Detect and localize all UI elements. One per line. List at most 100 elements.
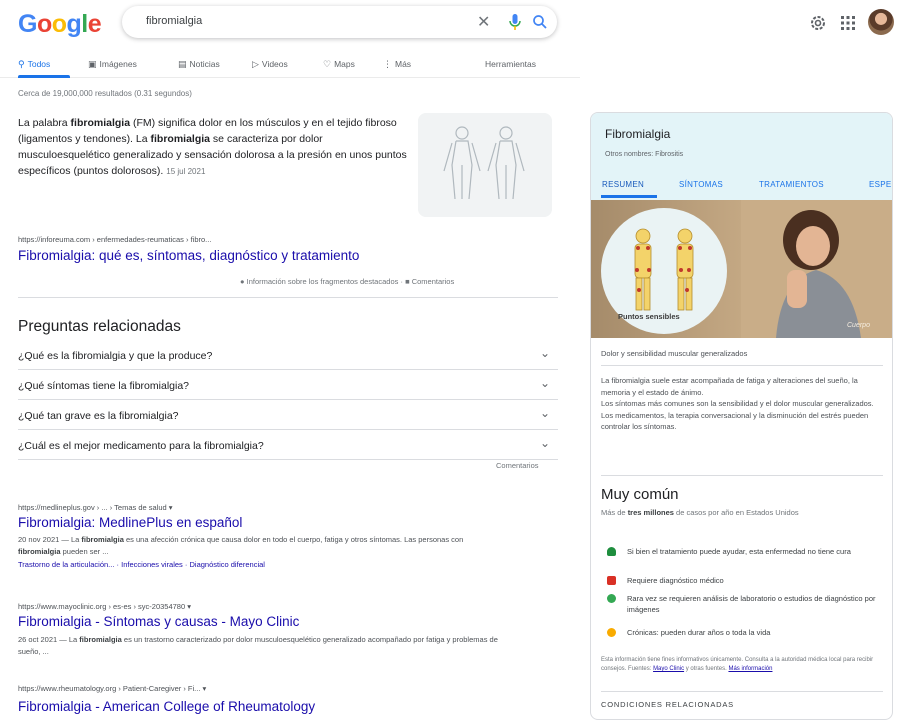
kp-subtitle: Otros nombres: Fibrositis [605,151,684,158]
result-stats: Cerca de 19,000,000 resultados (0.31 seg… [18,89,192,98]
tab-label: Noticias [189,59,220,69]
result-url[interactable]: https://www.mayoclinic.org › es-es › syc… [18,602,191,611]
video-icon: ▷ [252,59,259,69]
snippet-bold: fibromialgia [81,535,124,544]
snippet-bold: fibromialgia [18,547,61,556]
kp-prevalence-title: Muy común [601,486,679,503]
fact-text: Si bien el tratamiento puede ayudar, est… [627,547,851,556]
person-icon [607,547,616,556]
search-input[interactable]: fibromialgia [146,15,202,27]
tab-todos[interactable]: ⚲ Todos [18,59,50,70]
question-text: ¿Qué síntomas tiene la fibromialgia? [18,380,189,392]
kp-desc-line: Los medicamentos, la terapia conversacio… [601,410,869,432]
kp-desc-line: Los síntomas más comunes son la sensibil… [601,399,874,408]
tab-label: Maps [334,59,355,69]
snippet-bold: fibromialgia [79,635,122,644]
snippet-text: La palabra [18,117,71,129]
related-question[interactable]: ¿Qué tan grave es la fibromialgia? ⌄ [18,400,558,430]
lab-icon [607,594,616,603]
result-title-link[interactable]: Fibromialgia: MedlinePlus en español [18,515,242,530]
tab-noticias[interactable]: ▤ Noticias [178,59,220,70]
chevron-down-icon: ⌄ [539,436,550,450]
related-question[interactable]: ¿Qué síntomas tiene la fibromialgia? ⌄ [18,370,558,400]
info-icon: ● [240,277,245,286]
snippet-feedback-row: ● Información sobre los fragmentos desta… [240,277,454,286]
close-icon[interactable]: ✕ [477,12,490,32]
kp-desc-line: La fibromialgia suele estar acompañada d… [601,376,858,397]
mic-icon[interactable] [507,13,523,31]
comments-link[interactable]: Comentarios [412,277,455,286]
tab-label: Todos [27,59,51,69]
kp-description: La fibromialgia suele estar acompañada d… [601,375,883,433]
image-label: Puntos sensibles [618,312,680,321]
kp-tab-resumen[interactable]: RESUMEN [602,180,644,189]
logo-letter: e [87,10,102,38]
snippet-bold: fibromialgia [150,133,211,145]
search-icon: ⚲ [18,59,25,69]
logo-letter: G [18,10,37,38]
active-tab-indicator [18,75,70,78]
tab-imagenes[interactable]: ▣ Imágenes [88,59,137,70]
search-tabs: ⚲ Todos ▣ Imágenes ▤ Noticias ▷ Videos ♡ Maps… [0,54,580,78]
divider [601,475,883,476]
tab-mas[interactable]: ⋮ Más [383,59,411,70]
search-box[interactable]: fibromialgia ✕ [122,6,557,38]
kp-tab-tratamientos[interactable]: TRATAMIENTOS [759,180,824,189]
chevron-down-icon: ⌄ [539,346,550,360]
clock-icon [607,628,616,637]
featured-snippet-text: La palabra fibromialgia (FM) significa d… [18,115,408,180]
tab-videos[interactable]: ▷ Videos [252,59,288,70]
snippet-result-link[interactable]: Fibromialgia: qué es, síntomas, diagnóst… [18,248,359,263]
tab-maps[interactable]: ♡ Maps [323,59,355,70]
kp-title: Fibromialgia [605,127,671,141]
sources-label: Fuentes: [628,666,652,672]
gear-icon[interactable] [808,13,828,33]
chevron-down-icon: ⌄ [539,406,550,420]
divider [601,691,883,692]
snippet-text: es una afección crónica que causa dolor … [123,535,464,544]
kp-tab-sintomas[interactable]: SÍNTOMAS [679,180,723,189]
related-question[interactable]: ¿Cuál es el mejor medicamento para la fi… [18,430,558,460]
fact-text: Requiere diagnóstico médico [627,576,724,585]
result-url[interactable]: https://medlineplus.gov › ... › Temas de… [18,503,173,512]
snippet-bold: fibromialgia [70,117,131,129]
result-title-link[interactable]: Fibromialgia - American College of Rheum… [18,699,315,714]
image-icon: ▣ [88,59,97,69]
question-text: ¿Qué tan grave es la fibromialgia? [18,410,179,422]
kp-disclaimer: Esta información tiene fines informativo… [601,656,881,674]
snippet-text: pueden ser ... [60,547,109,556]
more-vert-icon: ⋮ [383,59,392,69]
kp-related-conditions-title: CONDICIONES RELACIONADAS [601,700,734,709]
divider [601,365,883,366]
knowledge-panel: Fibromialgia Otros nombres: Fibrositis R… [590,112,893,720]
avatar[interactable] [868,9,894,35]
kp-hero-image[interactable]: Puntos sensibles Cuerpo [591,200,892,338]
tools-button[interactable]: Herramientas [485,59,536,69]
question-text: ¿Qué es la fibromialgia y que la produce… [18,350,213,362]
snippet-text: 20 nov 2021 — La [18,535,82,544]
text-bold: tres millones [627,508,674,517]
news-icon: ▤ [178,59,187,69]
sources-others: y otras fuentes. [685,666,727,672]
result-url[interactable]: https://www.rheumatology.org › Patient-C… [18,684,206,693]
apps-grid-icon[interactable] [838,13,858,33]
kp-lead: Dolor y sensibilidad muscular generaliza… [601,349,748,358]
calendar-icon [607,576,616,585]
sitelink[interactable]: Diagnóstico diferencial [189,560,264,569]
more-info-link[interactable]: Más información [728,666,772,672]
about-snippets-link[interactable]: Información sobre los fragmentos destaca… [247,277,399,286]
body-diagram-image[interactable] [418,113,552,217]
sitelink[interactable]: Trastorno de la articulación... [18,560,114,569]
snippet-source-url: https://inforeuma.com › enfermedades-reu… [18,235,212,244]
source-mayo-link[interactable]: Mayo Clinic [653,666,684,672]
result-snippet: 26 oct 2021 — La fibromialgia es un tras… [18,634,498,658]
kp-tab-especialistas[interactable]: ESPE [869,180,892,189]
paa-comments-link[interactable]: Comentarios [496,461,539,470]
google-logo[interactable]: Google [18,10,102,39]
related-question[interactable]: ¿Qué es la fibromialgia y que la produce… [18,340,558,370]
header: Google fibromialgia ✕ [0,0,897,50]
result-title-link[interactable]: Fibromialgia - Síntomas y causas - Mayo … [18,614,299,629]
divider [18,297,558,298]
sitelink[interactable]: Infecciones virales [121,560,183,569]
search-icon[interactable] [532,13,548,31]
